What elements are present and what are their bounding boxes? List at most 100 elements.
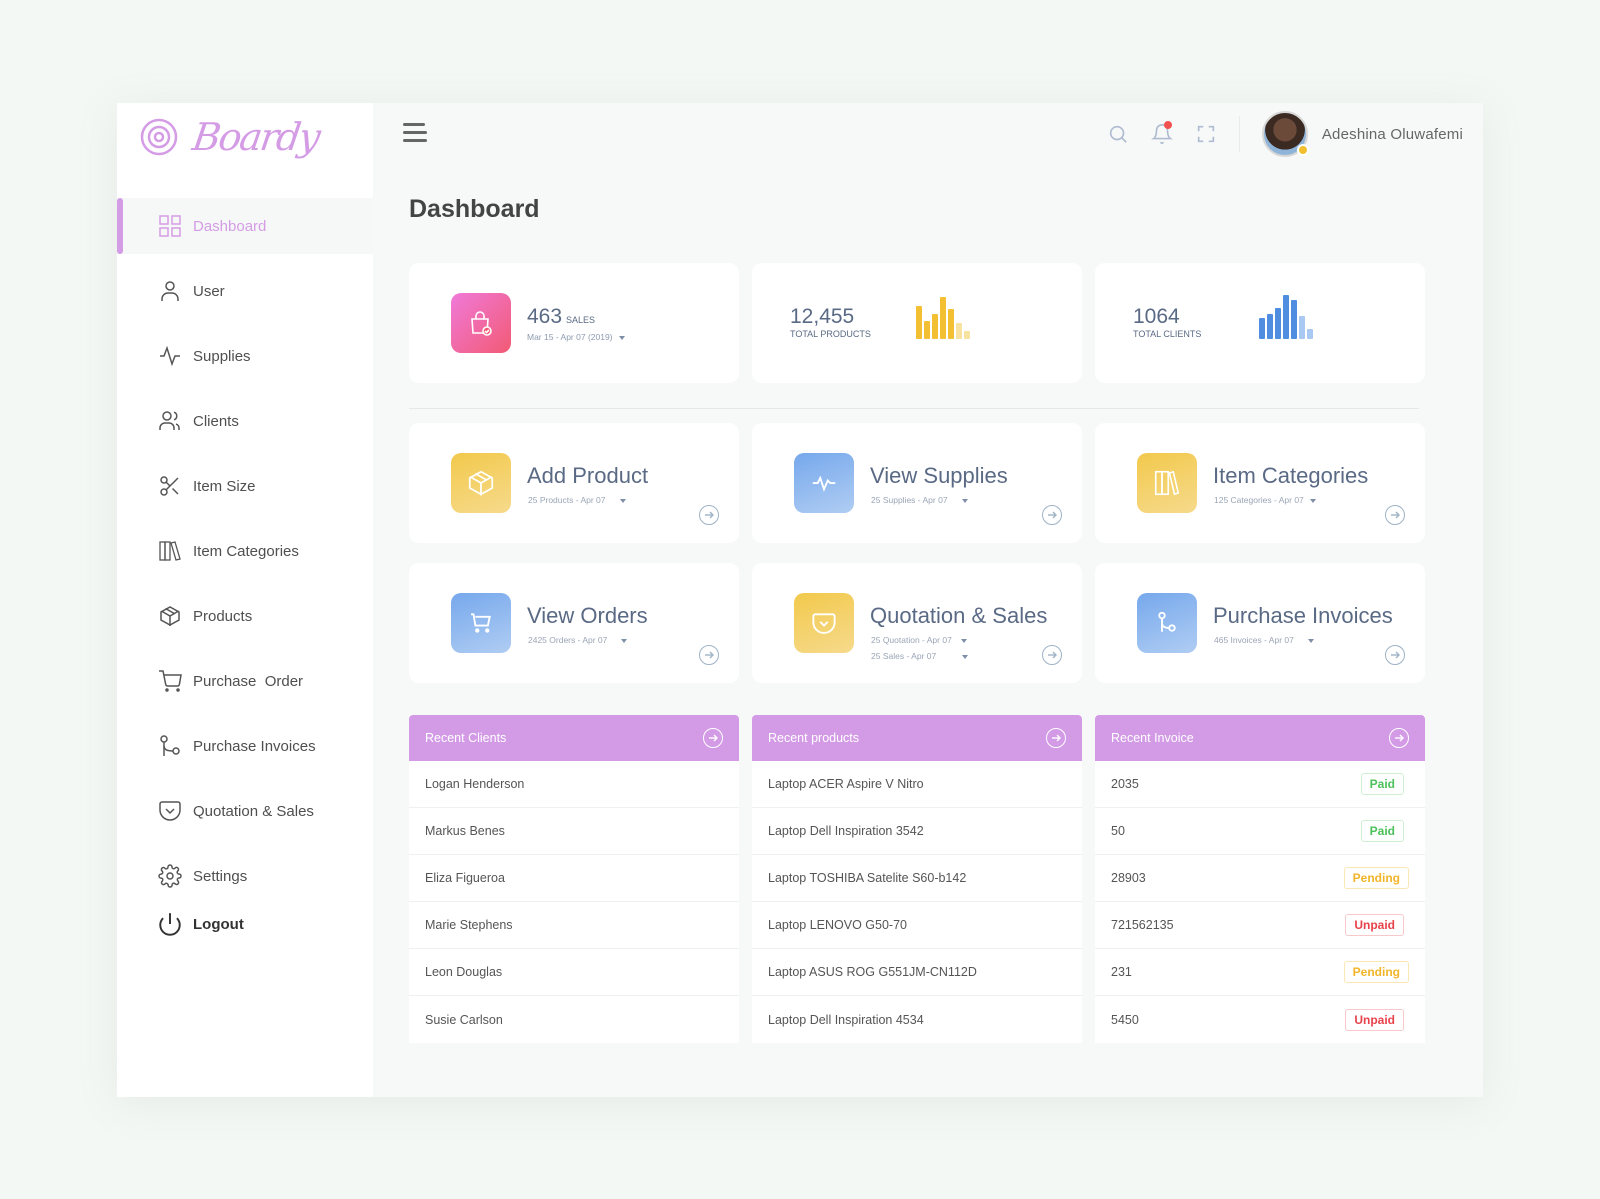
pocket-icon	[157, 798, 183, 824]
sidebar-item-item-categories[interactable]: Item Categories	[117, 523, 373, 579]
notification-bell-icon[interactable]	[1150, 121, 1173, 145]
search-icon[interactable]	[1107, 123, 1129, 145]
product-row[interactable]: Laptop TOSHIBA Satelite S60-b142	[752, 855, 1082, 902]
status-badge: Pending	[1343, 867, 1409, 889]
logo[interactable]: Boardy	[139, 115, 322, 159]
quotation-sales-card[interactable]: Quotation & Sales 25 Quotation - Apr 07 …	[752, 563, 1082, 683]
status-badge: Paid	[1360, 820, 1404, 842]
sidebar-item-settings[interactable]: Settings	[117, 848, 373, 904]
sales-stat-card: 463 SALES Mar 15 - Apr 07 (2019)	[409, 263, 739, 383]
client-row[interactable]: Markus Benes	[409, 808, 739, 855]
target-logo-icon	[140, 118, 178, 156]
invoice-row[interactable]: 28903 Pending	[1095, 855, 1425, 902]
action-title: Add Product	[527, 463, 649, 488]
dropdown-caret-icon[interactable]	[1309, 498, 1316, 503]
mini-bar	[1283, 295, 1289, 339]
sidebar-nav: Dashboard User Supplies Clients Item Siz…	[117, 198, 373, 913]
client-row[interactable]: Eliza Figueroa	[409, 855, 739, 902]
client-row[interactable]: Leon Douglas	[409, 949, 739, 996]
sidebar-item-label: User	[193, 282, 225, 300]
arrow-right-circle-icon[interactable]	[1385, 645, 1405, 665]
product-row[interactable]: Laptop Dell Inspiration 3542	[752, 808, 1082, 855]
dropdown-caret-icon[interactable]	[960, 638, 967, 643]
dropdown-caret-icon[interactable]	[621, 638, 628, 643]
shopping-bag-check-icon	[471, 311, 492, 336]
view-orders-card[interactable]: View Orders 2425 Orders - Apr 07	[409, 563, 739, 683]
grid-icon	[157, 213, 183, 239]
menu-toggle-icon[interactable]	[403, 123, 429, 145]
sidebar-item-clients[interactable]: Clients	[117, 393, 373, 449]
invoice-number: 2035	[1111, 777, 1139, 791]
arrow-right-circle-icon[interactable]	[1046, 728, 1066, 748]
mini-bar	[916, 306, 922, 339]
panel-title: Recent products	[768, 731, 860, 745]
sidebar-item-label: Clients	[193, 412, 239, 430]
invoice-row[interactable]: 50 Paid	[1095, 808, 1425, 855]
fullscreen-icon[interactable]	[1195, 123, 1217, 145]
product-row[interactable]: Laptop ASUS ROG G551JM-CN112D	[752, 949, 1082, 996]
arrow-right-circle-icon[interactable]	[699, 645, 719, 665]
client-row[interactable]: Susie Carlson	[409, 996, 739, 1043]
user-name[interactable]: Adeshina Oluwafemi	[1322, 126, 1463, 143]
mini-bar	[1307, 329, 1313, 339]
notification-dot	[1163, 121, 1172, 129]
action-subtitle: 2425 Orders - Apr 07	[528, 635, 608, 645]
client-name: Leon Douglas	[425, 965, 503, 979]
action-title: Item Categories	[1213, 463, 1369, 488]
arrow-right-circle-icon[interactable]	[1042, 505, 1062, 525]
arrow-right-circle-icon[interactable]	[1042, 645, 1062, 665]
books-icon	[1154, 470, 1180, 496]
scissors-icon	[157, 473, 183, 499]
arrow-right-circle-icon[interactable]	[1385, 505, 1405, 525]
mini-bar	[1291, 300, 1297, 339]
panel-title: Recent Clients	[425, 731, 507, 745]
sidebar-item-label: Purchase Invoices	[193, 737, 316, 755]
invoice-row[interactable]: 231 Pending	[1095, 949, 1425, 996]
dropdown-caret-icon[interactable]	[1307, 638, 1314, 643]
client-row[interactable]: Marie Stephens	[409, 902, 739, 949]
dropdown-caret-icon[interactable]	[961, 498, 968, 503]
sidebar-item-supplies[interactable]: Supplies	[117, 328, 373, 384]
product-name: Laptop Dell Inspiration 4534	[768, 1012, 924, 1027]
sidebar-item-dashboard[interactable]: Dashboard	[117, 198, 373, 254]
logout-button[interactable]: Logout	[157, 911, 244, 937]
box-icon	[468, 470, 494, 496]
sidebar-item-purchase-invoices[interactable]: Purchase Invoices	[117, 718, 373, 774]
view-supplies-card[interactable]: View Supplies 25 Supplies - Apr 07	[752, 423, 1082, 543]
sidebar-item-products[interactable]: Products	[117, 588, 373, 644]
sidebar-item-item-size[interactable]: Item Size	[117, 458, 373, 514]
action-subtitle: 25 Products - Apr 07	[528, 495, 606, 505]
sidebar: Boardy Dashboard User Supplies Clients I…	[117, 103, 373, 1097]
purchase-invoices-card[interactable]: Purchase Invoices 465 Invoices - Apr 07	[1095, 563, 1425, 683]
invoice-row[interactable]: 5450 Unpaid	[1095, 996, 1425, 1043]
sidebar-item-label: Settings	[193, 867, 248, 885]
action-subtitle: 25 Quotation - Apr 07	[871, 635, 952, 645]
avatar[interactable]	[1261, 111, 1309, 157]
sales-tile	[451, 293, 511, 353]
total-products-value: 12,455	[790, 305, 855, 328]
dropdown-caret-icon[interactable]	[619, 498, 626, 503]
product-row[interactable]: Laptop LENOVO G50-70	[752, 902, 1082, 949]
date-range-dropdown-icon[interactable]	[618, 335, 625, 340]
item-categories-card[interactable]: Item Categories 125 Categories - Apr 07	[1095, 423, 1425, 543]
panel-header: Recent products	[752, 715, 1082, 761]
product-row[interactable]: Laptop Dell Inspiration 4534	[752, 996, 1082, 1043]
invoice-row[interactable]: 2035 Paid	[1095, 761, 1425, 808]
cart-icon	[157, 668, 183, 694]
arrow-right-circle-icon[interactable]	[1389, 728, 1409, 748]
box-icon	[157, 603, 183, 629]
dropdown-caret-icon[interactable]	[962, 654, 969, 659]
sidebar-item-quotation-sales[interactable]: Quotation & Sales	[117, 783, 373, 839]
arrow-right-circle-icon[interactable]	[699, 505, 719, 525]
invoice-row[interactable]: 721562135 Unpaid	[1095, 902, 1425, 949]
sidebar-item-purchase-order[interactable]: Purchase Order	[117, 653, 373, 709]
branch-icon	[157, 733, 183, 759]
sidebar-item-user[interactable]: User	[117, 263, 373, 319]
product-row[interactable]: Laptop ACER Aspire V Nitro	[752, 761, 1082, 808]
client-row[interactable]: Logan Henderson	[409, 761, 739, 808]
recent-clients-panel: Recent Clients Logan Henderson Markus Ben…	[409, 715, 739, 1043]
action-title: Quotation & Sales	[870, 603, 1048, 628]
arrow-right-circle-icon[interactable]	[703, 728, 723, 748]
add-product-card[interactable]: Add Product 25 Products - Apr 07	[409, 423, 739, 543]
activity-icon	[157, 343, 183, 369]
